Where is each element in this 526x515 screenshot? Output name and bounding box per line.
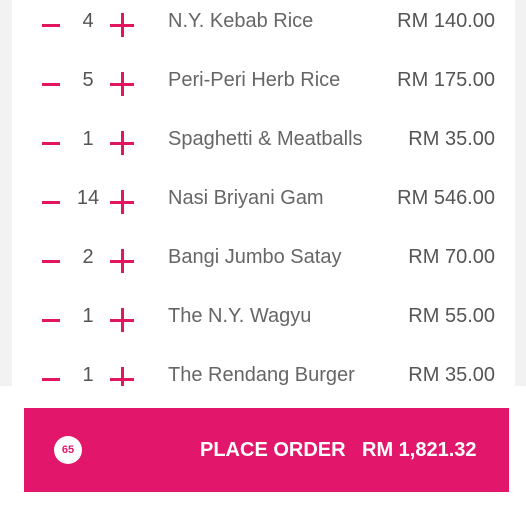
item-price: RM 35.00: [408, 128, 495, 150]
cart-item-list: 4 N.Y. Kebab Rice RM 140.00 5 Peri-Peri …: [12, 0, 515, 386]
plus-icon[interactable]: [110, 190, 134, 214]
cart-item-row: 4 N.Y. Kebab Rice RM 140.00: [12, 0, 515, 55]
plus-icon[interactable]: [110, 308, 134, 332]
cart-item-row: 1 The Rendang Burger RM 35.00: [12, 350, 515, 386]
item-price: RM 70.00: [408, 246, 495, 268]
item-quantity: 1: [82, 305, 94, 327]
item-name: Spaghetti & Meatballs: [168, 128, 363, 150]
item-price: RM 546.00: [397, 187, 495, 209]
place-order-button[interactable]: 65 PLACE ORDER RM 1,821.32: [24, 408, 509, 492]
item-name: Peri-Peri Herb Rice: [168, 69, 341, 91]
plus-icon[interactable]: [110, 249, 134, 273]
plus-icon[interactable]: [110, 131, 134, 155]
minus-icon[interactable]: [42, 260, 60, 263]
minus-icon[interactable]: [42, 142, 60, 145]
item-price: RM 35.00: [408, 364, 495, 386]
order-total: RM 1,821.32: [362, 439, 477, 461]
minus-icon[interactable]: [42, 24, 60, 27]
place-order-label: PLACE ORDER: [200, 439, 346, 461]
item-quantity: 14: [76, 187, 100, 209]
item-quantity: 4: [82, 10, 94, 32]
item-name: Nasi Briyani Gam: [168, 187, 324, 209]
minus-icon[interactable]: [42, 201, 60, 204]
minus-icon[interactable]: [42, 83, 60, 86]
item-price: RM 55.00: [408, 305, 495, 327]
item-quantity: 5: [82, 69, 94, 91]
plus-icon[interactable]: [110, 72, 134, 96]
item-price: RM 175.00: [397, 69, 495, 91]
cart-item-row: 5 Peri-Peri Herb Rice RM 175.00: [12, 55, 515, 114]
minus-icon[interactable]: [42, 319, 60, 322]
item-name: Bangi Jumbo Satay: [168, 246, 342, 268]
plus-icon[interactable]: [110, 13, 134, 37]
item-name: The N.Y. Wagyu: [168, 305, 312, 327]
cart-item-row: 1 Spaghetti & Meatballs RM 35.00: [12, 114, 515, 173]
item-name: N.Y. Kebab Rice: [168, 10, 314, 32]
cart-item-row: 2 Bangi Jumbo Satay RM 70.00: [12, 232, 515, 291]
item-quantity: 1: [82, 128, 94, 150]
item-name: The Rendang Burger: [168, 364, 355, 386]
item-quantity: 2: [82, 246, 94, 268]
cart-item-row: 1 The N.Y. Wagyu RM 55.00: [12, 291, 515, 350]
plus-icon[interactable]: [110, 367, 134, 386]
item-quantity: 1: [82, 364, 94, 386]
item-count-badge: 65: [54, 436, 82, 464]
cart-item-row: 14 Nasi Briyani Gam RM 546.00: [12, 173, 515, 232]
minus-icon[interactable]: [42, 378, 60, 381]
item-price: RM 140.00: [397, 10, 495, 32]
